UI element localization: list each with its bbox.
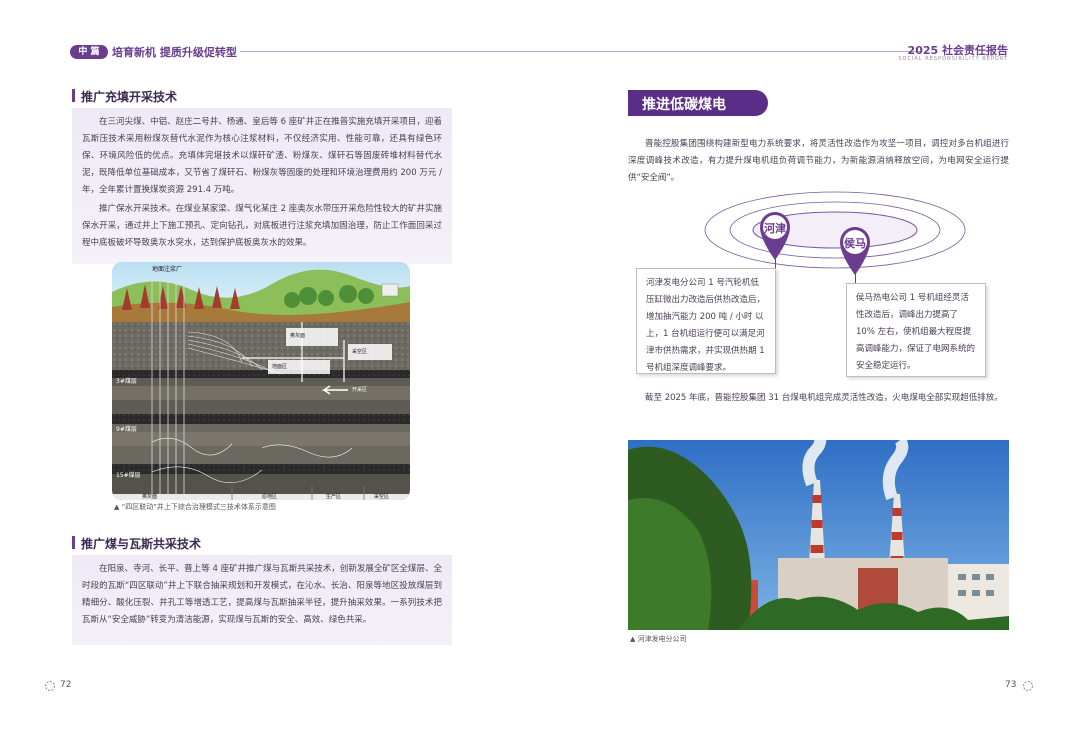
backfill-text-box: 在三河尖煤、中铝、赵庄二号井、杨通、皇后等 6 座矿井正在推普实施充填开采项目，… xyxy=(72,108,452,264)
photo-caption: ▲ 河津发电分公司 xyxy=(630,635,687,643)
callout-hejin-text: 河津发电分公司 1 号汽轮机低压缸微出力改造后供热改造后，增加抽汽能力 200 … xyxy=(646,278,766,373)
gas-coal-paragraph: 在阳泉、寺河、长平、晋上等 4 座矿井推广煤与瓦斯共采技术，创新发展全矿区全煤层… xyxy=(82,564,442,625)
map-pin-houma-icon xyxy=(840,227,870,275)
chapter-tag: 中 篇 xyxy=(70,45,108,59)
page-number-right: 73 xyxy=(1005,680,1017,690)
map-label-houma: 侯马 xyxy=(844,237,866,250)
header-divider xyxy=(240,51,920,52)
label-seam-15: 15#煤层 xyxy=(116,472,141,479)
backfill-paragraph-1: 在三河尖煤、中铝、赵庄二号井、杨通、皇后等 6 座矿井正在推普实施充填开采项目，… xyxy=(82,117,442,195)
page-number-left: 72 xyxy=(60,680,72,690)
diagram-tag-a: 奥灰面 xyxy=(290,333,306,339)
diagram-tag-d: 开采区 xyxy=(352,387,368,393)
low-carbon-outro: 截至 2025 年底，晋能控股集团 31 台煤电机组完成灵活性改造，火电煤电全部… xyxy=(645,393,1003,403)
chapter-title: 培育新机 提质升级促转型 xyxy=(112,46,237,59)
mining-cross-section-diagram: 地面注浆厂 3#煤层 9#煤层 15#煤层 奥灰面 地面区 采空区 开采区 奥灰… xyxy=(112,262,410,500)
backfill-paragraph-2: 推广保水开采技术。在煤业某家梁、煤气化某庄 2 座奥灰水带压开采危险性较大的矿井… xyxy=(82,204,442,248)
label-seam-3: 3#煤层 xyxy=(116,378,137,385)
diagram-bottom-2: 原地区 xyxy=(262,494,278,500)
map-pin-hejin-icon xyxy=(760,212,790,260)
diagram-bottom-4: 采空区 xyxy=(374,494,390,500)
report-subtitle: SOCIAL RESPONSIBILITY REPORT xyxy=(898,56,1008,62)
diagram-bottom-3: 生产区 xyxy=(326,494,342,500)
diagram-caption: ▲ “四区联动”井上下综合治理模式三技术体系示意图 xyxy=(114,503,276,511)
diagram-tag-c: 采空区 xyxy=(352,349,368,355)
location-map-graphic xyxy=(704,191,966,269)
gas-coal-text-box: 在阳泉、寺河、长平、晋上等 4 座矿井推广煤与瓦斯共采技术，创新发展全矿区全煤层… xyxy=(72,555,452,645)
label-grout-plant: 地面注浆厂 xyxy=(152,266,183,273)
section-title-gas-coal: 推广煤与瓦斯共采技术 xyxy=(72,535,201,552)
banner-title: 推进低碳煤电 xyxy=(642,97,726,113)
section-title-backfill: 推广充填开采技术 xyxy=(72,88,177,105)
report-spread: 中 篇 培育新机 提质升级促转型 2025 社会责任报告 SOCIAL RESP… xyxy=(0,0,1080,737)
page-ornament-right-icon xyxy=(1023,681,1033,691)
callout-houma: 侯马热电公司 1 号机组经灵活性改造后，调峰出力提高了 10% 左右，使机组最大… xyxy=(846,283,986,377)
page-ornament-left-icon xyxy=(45,681,55,691)
power-plant-illustration xyxy=(628,440,1009,630)
callout-hejin: 河津发电分公司 1 号汽轮机低压缸微出力改造后供热改造后，增加抽汽能力 200 … xyxy=(636,268,776,374)
diagram-tag-b: 地面区 xyxy=(272,364,288,370)
low-carbon-intro: 晋能控股集团围绕构建新型电力系统要求，将灵活性改造作为攻坚一项目，调控对多台机组… xyxy=(628,139,1009,183)
callout-houma-text: 侯马热电公司 1 号机组经灵活性改造后，调峰出力提高了 10% 左右，使机组最大… xyxy=(856,293,976,371)
diagram-bottom-1: 奥灰面 xyxy=(142,494,158,500)
section-banner: 推进低碳煤电 xyxy=(628,90,778,116)
label-seam-9: 9#煤层 xyxy=(116,426,137,433)
power-plant-photo xyxy=(628,440,1009,630)
diagram-svg xyxy=(112,262,410,500)
map-label-hejin: 河津 xyxy=(764,222,786,235)
